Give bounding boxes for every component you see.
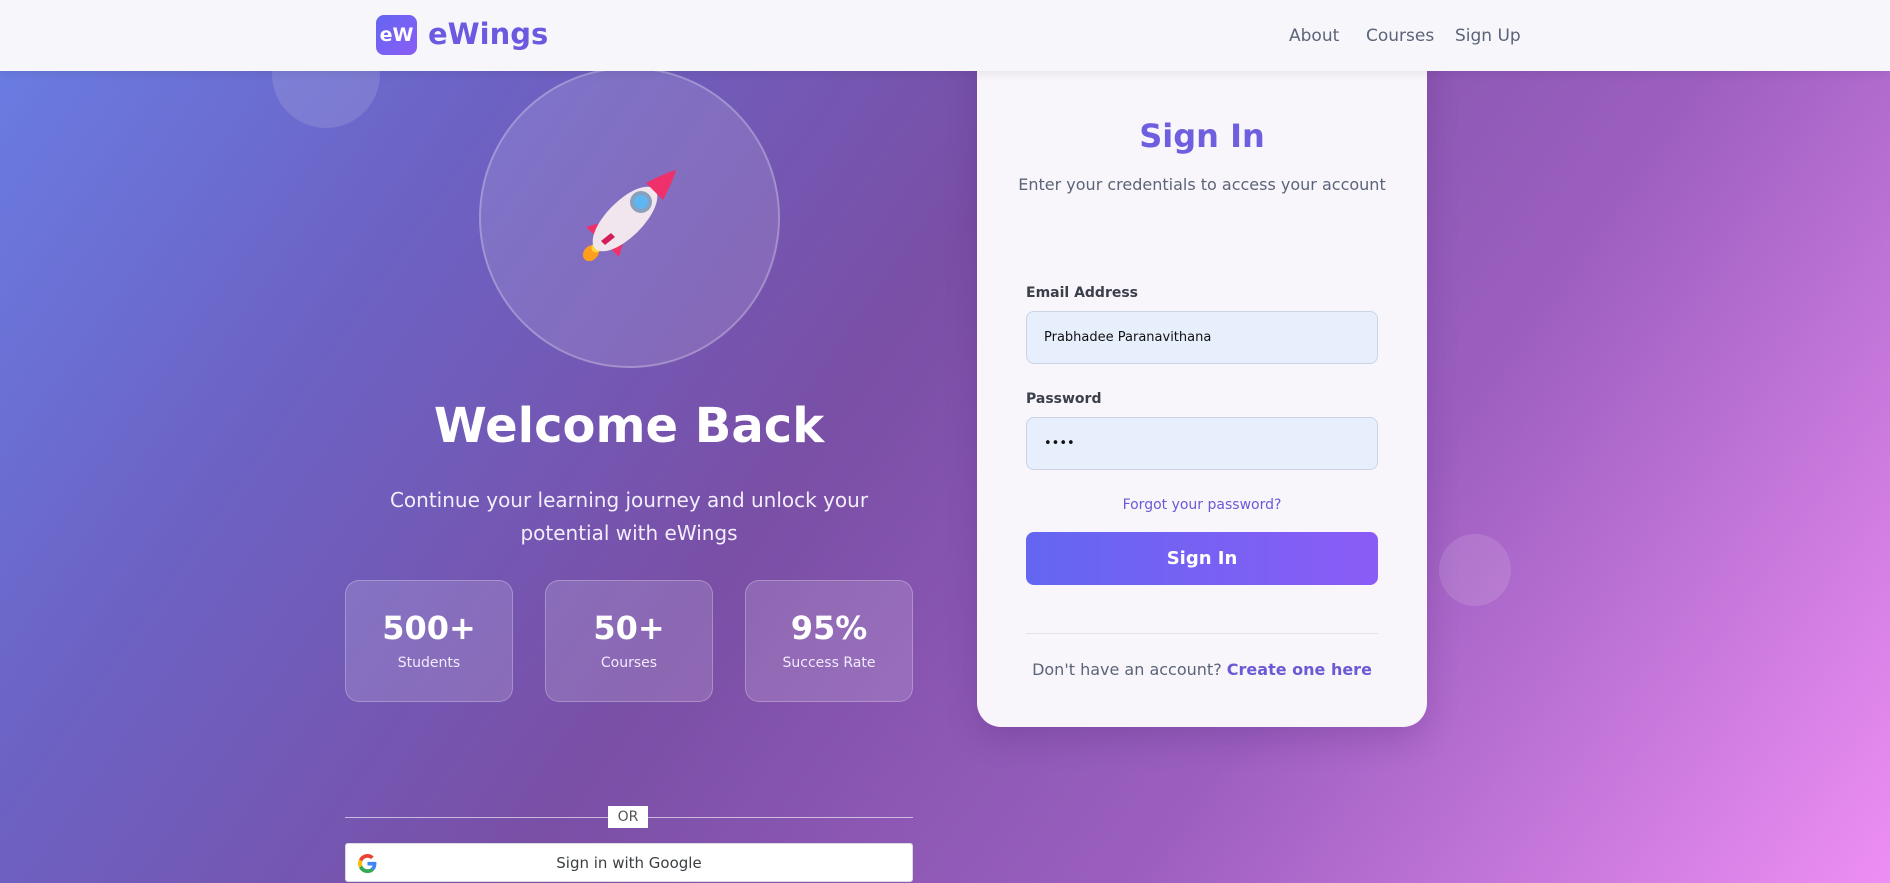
brand-name[interactable]: eWings: [428, 17, 548, 51]
stat-value: 95%: [790, 609, 868, 647]
password-value: ••••: [1044, 436, 1075, 451]
email-value: Prabhadee Paranavithana: [1044, 330, 1212, 345]
create-account-link[interactable]: Create one here: [1227, 660, 1372, 679]
top-navbar: eW eWings About Courses Sign Up: [0, 0, 1890, 71]
google-button-label: Sign in with Google: [556, 854, 702, 872]
nav-link-sign-up[interactable]: Sign Up: [1455, 26, 1521, 46]
password-field[interactable]: ••••: [1026, 417, 1378, 470]
stat-card-students: 500+ Students: [345, 580, 513, 702]
hero-title: Welcome Back: [433, 398, 825, 454]
logo-badge[interactable]: eW: [376, 15, 417, 55]
hero-subtitle: Continue your learning journey and unloc…: [389, 488, 869, 545]
stat-value: 50+: [593, 609, 665, 647]
forgot-password-link[interactable]: Forgot your password?: [977, 497, 1427, 513]
stat-value: 500+: [382, 609, 476, 647]
signup-prompt: Don't have an account? Create one here: [977, 660, 1427, 679]
rocket-icon: [577, 169, 677, 269]
sign-in-button[interactable]: Sign In: [1026, 532, 1378, 585]
password-label: Password: [1026, 391, 1102, 407]
stat-card-success-rate: 95% Success Rate: [745, 580, 913, 702]
stat-label: Students: [397, 655, 461, 671]
sign-in-card: Sign In Enter your credentials to access…: [977, 38, 1427, 727]
stat-label: Success Rate: [782, 655, 876, 671]
nav-link-courses[interactable]: Courses: [1366, 26, 1434, 46]
stat-card-courses: 50+ Courses: [545, 580, 713, 702]
or-divider-label: OR: [608, 806, 648, 828]
email-label: Email Address: [1026, 285, 1139, 301]
card-title: Sign In: [1139, 117, 1265, 155]
stat-label: Courses: [600, 655, 658, 671]
no-account-text: Don't have an account?: [1032, 660, 1222, 679]
card-subtitle: Enter your credentials to access your ac…: [1018, 175, 1386, 194]
card-divider: [1026, 633, 1378, 634]
decor-bubble: [1439, 534, 1511, 606]
nav-link-about[interactable]: About: [1289, 26, 1339, 46]
email-field[interactable]: Prabhadee Paranavithana: [1026, 311, 1378, 364]
google-sign-in-button[interactable]: Sign in with Google: [345, 843, 913, 882]
